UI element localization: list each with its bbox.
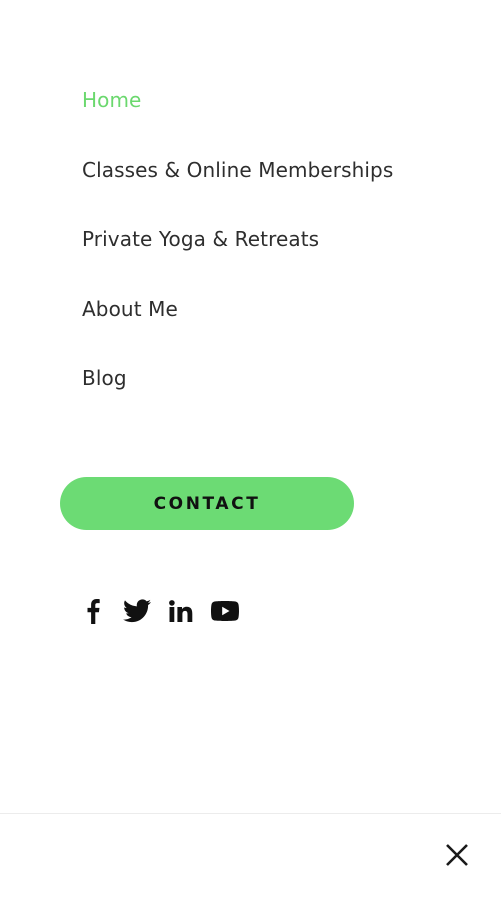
nav-item-private-yoga: Private Yoga & Retreats (82, 222, 393, 292)
close-icon (446, 844, 468, 866)
nav-link-private-yoga[interactable]: Private Yoga & Retreats (82, 227, 319, 251)
bottom-divider (0, 813, 501, 814)
social-links (78, 597, 240, 625)
youtube-link[interactable] (210, 597, 240, 625)
nav-item-about: About Me (82, 292, 393, 362)
facebook-icon (87, 599, 100, 624)
youtube-icon (211, 601, 239, 621)
close-button[interactable] (438, 836, 476, 874)
nav-item-classes: Classes & Online Memberships (82, 153, 393, 223)
linkedin-icon (169, 600, 193, 622)
nav-item-home: Home (82, 83, 393, 153)
nav-link-classes[interactable]: Classes & Online Memberships (82, 158, 393, 182)
twitter-icon (123, 599, 151, 623)
linkedin-link[interactable] (166, 597, 196, 625)
nav-item-blog: Blog (82, 361, 393, 431)
nav-link-blog[interactable]: Blog (82, 366, 127, 390)
facebook-link[interactable] (78, 597, 108, 625)
nav-link-home[interactable]: Home (82, 88, 141, 112)
nav-menu: Home Classes & Online Memberships Privat… (82, 83, 393, 431)
nav-link-about[interactable]: About Me (82, 297, 178, 321)
contact-button[interactable]: CONTACT (60, 477, 354, 530)
twitter-link[interactable] (122, 597, 152, 625)
